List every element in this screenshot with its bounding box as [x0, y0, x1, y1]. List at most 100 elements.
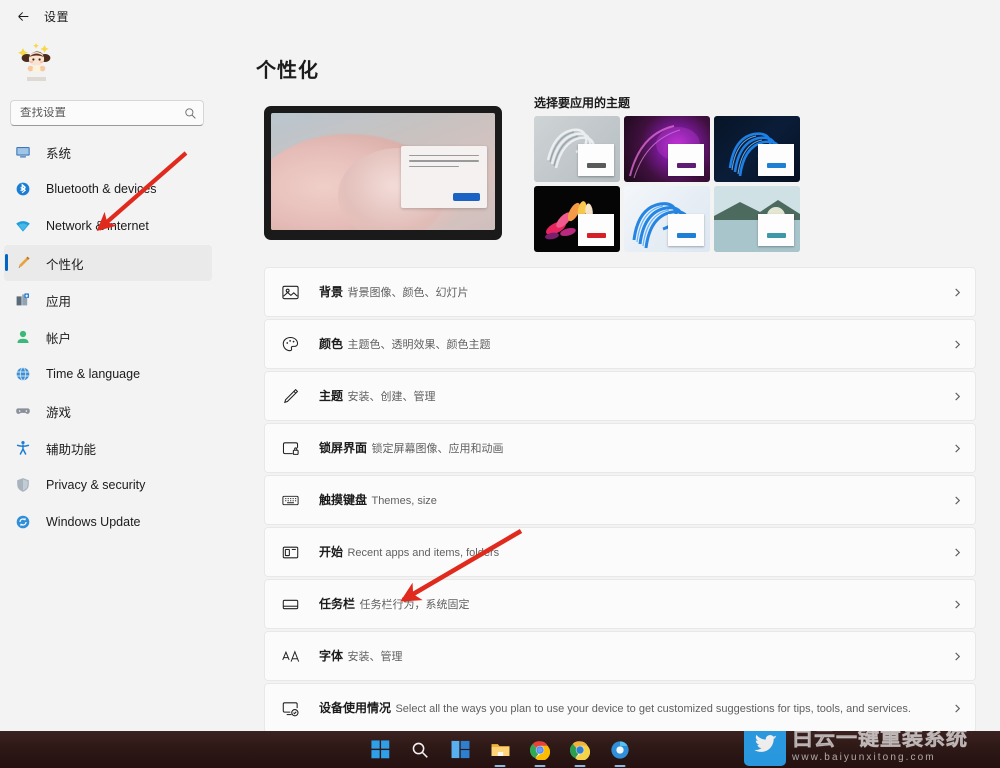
sidebar-item-accessibility[interactable]: 辅助功能 — [4, 430, 212, 466]
sidebar: 系统 Bluetooth & devices Network & interne… — [0, 32, 216, 737]
preview-accent-button — [453, 193, 480, 201]
sidebar-item-label: 游戏 — [46, 402, 71, 421]
settings-card-touch-keyboard[interactable]: 触摸键盘 Themes, size — [264, 475, 976, 525]
settings-card-themes[interactable]: 主题 安装、创建、管理 — [264, 371, 976, 421]
search-box[interactable] — [10, 100, 204, 126]
chevron-right-icon — [951, 496, 963, 505]
sidebar-item-system[interactable]: 系统 — [4, 134, 212, 170]
network-icon — [14, 217, 32, 235]
sidebar-item-label: 应用 — [46, 291, 71, 310]
sidebar-item-network-internet[interactable]: Network & internet — [4, 208, 212, 244]
sidebar-item-label: Windows Update — [46, 515, 141, 529]
search-taskbar-icon[interactable] — [409, 738, 432, 761]
accounts-icon — [14, 328, 32, 346]
time-language-icon — [14, 365, 32, 383]
watermark-text: 白云一键重装系统 www.baiyunxitong.com — [792, 731, 968, 763]
sidebar-item-label: 个性化 — [46, 254, 84, 273]
settings-card-lockscreen[interactable]: 锁屏界面 锁定屏幕图像、应用和动画 — [264, 423, 976, 473]
browser-extra-icon[interactable] — [609, 738, 632, 761]
settings-card-start[interactable]: 开始 Recent apps and items, folders — [264, 527, 976, 577]
settings-card-subtitle: 安装、管理 — [347, 651, 402, 663]
magnifier-icon — [410, 740, 430, 760]
sidebar-item-privacy-security[interactable]: Privacy & security — [4, 467, 212, 503]
sidebar-item-label: 系统 — [46, 143, 71, 162]
taskbar-icon — [279, 593, 301, 615]
theme-section-heading: 选择要应用的主题 — [534, 94, 630, 111]
theme-card-glow-purple[interactable] — [624, 116, 710, 182]
settings-card-background[interactable]: 背景 背景图像、颜色、幻灯片 — [264, 267, 976, 317]
apps-icon — [14, 291, 32, 309]
settings-card-title: 背景 — [319, 285, 343, 299]
sidebar-item-gaming[interactable]: 游戏 — [4, 393, 212, 429]
chevron-right-icon — [951, 548, 963, 557]
windows-logo-icon — [370, 739, 391, 760]
privacy-shield-icon — [14, 476, 32, 494]
watermark-url: www.baiyunxitong.com — [792, 753, 968, 763]
theme-card-flow-dark-flowers[interactable] — [534, 186, 620, 252]
theme-card-bloom-blue[interactable] — [624, 186, 710, 252]
desktop-preview — [264, 106, 502, 240]
settings-card-title: 开始 — [319, 545, 343, 559]
sidebar-item-time-language[interactable]: Time & language — [4, 356, 212, 392]
font-icon — [279, 645, 301, 667]
search-icon — [184, 107, 197, 120]
settings-card-colors[interactable]: 颜色 主题色、透明效果、颜色主题 — [264, 319, 976, 369]
settings-card-title: 任务栏 — [319, 597, 355, 611]
file-explorer-icon[interactable] — [489, 738, 512, 761]
settings-card-title: 字体 — [319, 649, 343, 663]
sidebar-item-label: 帐户 — [46, 328, 71, 347]
theme-card-captured-motion-blue[interactable] — [714, 116, 800, 182]
theme-grid — [534, 116, 800, 252]
sidebar-item-label: Privacy & security — [46, 478, 145, 492]
sidebar-item-label: 辅助功能 — [46, 439, 96, 458]
device-usage-icon — [279, 697, 301, 719]
preview-screen — [271, 113, 495, 230]
settings-card-taskbar[interactable]: 任务栏 任务栏行为，系统固定 — [264, 579, 976, 629]
settings-card-fonts[interactable]: 字体 安装、管理 — [264, 631, 976, 681]
system-icon — [14, 143, 32, 161]
settings-card-subtitle: 锁定屏幕图像、应用和动画 — [371, 443, 503, 455]
start-button-icon[interactable] — [369, 738, 392, 761]
chevron-right-icon — [951, 704, 963, 713]
title-bar: 设置 — [0, 0, 1000, 32]
theme-accent-chip — [758, 144, 794, 176]
chevron-right-icon — [951, 652, 963, 661]
folder-icon — [490, 739, 511, 760]
sidebar-item-label: Network & internet — [46, 219, 149, 233]
sidebar-item-apps[interactable]: 应用 — [4, 282, 212, 318]
settings-card-device-usage[interactable]: 设备使用情况 Select all the ways you plan to u… — [264, 683, 976, 733]
taskbar: 白云一键重装系统 www.baiyunxitong.com — [0, 731, 1000, 768]
image-icon — [279, 281, 301, 303]
chrome-beta-icon[interactable] — [569, 738, 592, 761]
chrome-icon[interactable] — [529, 738, 552, 761]
twitter-bird-icon — [744, 731, 786, 766]
lockscreen-icon — [279, 437, 301, 459]
chevron-right-icon — [951, 340, 963, 349]
browser-extra-logo-icon — [610, 740, 630, 760]
sidebar-item-bluetooth-devices[interactable]: Bluetooth & devices — [4, 171, 212, 207]
settings-card-title: 锁屏界面 — [319, 441, 367, 455]
avatar[interactable] — [14, 38, 60, 84]
back-button[interactable] — [8, 2, 38, 30]
theme-accent-chip — [578, 144, 614, 176]
start-menu-icon — [279, 541, 301, 563]
bird-glyph — [752, 732, 778, 758]
keyboard-icon — [279, 489, 301, 511]
taskbar-icon-group — [369, 738, 632, 761]
gaming-icon — [14, 402, 32, 420]
settings-card-list: 背景 背景图像、颜色、幻灯片 颜色 主题色、透明效果、颜色主题 — [264, 267, 976, 735]
sidebar-item-label: Bluetooth & devices — [46, 182, 157, 196]
widgets-icon[interactable] — [449, 738, 472, 761]
sidebar-item-personalization[interactable]: 个性化 — [4, 245, 212, 281]
settings-card-subtitle: 背景图像、颜色、幻灯片 — [347, 287, 468, 299]
search-input[interactable] — [20, 107, 184, 119]
preview-mini-window — [401, 146, 487, 208]
theme-card-sunrise-lake[interactable] — [714, 186, 800, 252]
window-title: 设置 — [44, 8, 69, 25]
personalization-brush-icon — [14, 254, 32, 272]
settings-card-subtitle: Themes, size — [371, 495, 436, 507]
widgets-panes-icon — [450, 739, 471, 760]
sidebar-item-windows-update[interactable]: Windows Update — [4, 504, 212, 540]
theme-card-windows-light[interactable] — [534, 116, 620, 182]
sidebar-item-accounts[interactable]: 帐户 — [4, 319, 212, 355]
